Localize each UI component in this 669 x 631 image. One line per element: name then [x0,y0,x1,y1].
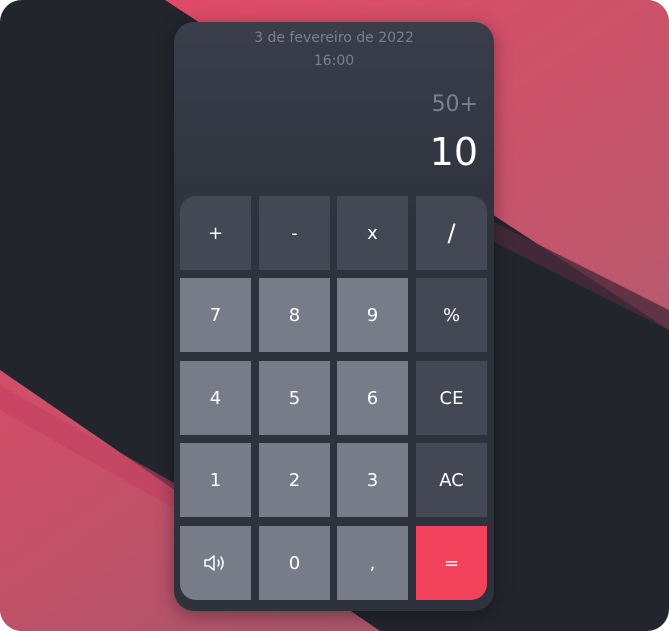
digit-9-button[interactable]: 9 [337,278,408,352]
digit-1-button[interactable]: 1 [180,443,251,517]
digit-7-button[interactable]: 7 [180,278,251,352]
expression-display: 50+ [431,92,478,117]
comma-button[interactable]: , [337,526,408,600]
sound-toggle-button[interactable] [180,526,251,600]
digit-0-button[interactable]: 0 [259,526,330,600]
digit-2-button[interactable]: 2 [259,443,330,517]
percent-button[interactable]: % [416,278,487,352]
equals-button[interactable]: = [416,526,487,600]
speaker-icon [203,555,224,571]
calculator-window: 3 de fevereiro de 2022 16:00 50+ 10 + - … [174,22,494,611]
digit-8-button[interactable]: 8 [259,278,330,352]
digit-6-button[interactable]: 6 [337,361,408,435]
minus-button[interactable]: - [259,196,330,270]
digit-3-button[interactable]: 3 [337,443,408,517]
plus-button[interactable]: + [180,196,251,270]
digit-5-button[interactable]: 5 [259,361,330,435]
result-display: 10 [429,130,478,174]
clear-entry-button[interactable]: CE [416,361,487,435]
time-label: 16:00 [313,53,355,69]
all-clear-button[interactable]: AC [416,443,487,517]
keypad: + - x / 7 8 9 % 4 5 6 CE 1 2 3 AC 0 , = [180,196,487,600]
divide-button[interactable]: / [416,196,487,270]
date-label: 3 de fevereiro de 2022 [254,30,414,46]
multiply-button[interactable]: x [337,196,408,270]
digit-4-button[interactable]: 4 [180,361,251,435]
